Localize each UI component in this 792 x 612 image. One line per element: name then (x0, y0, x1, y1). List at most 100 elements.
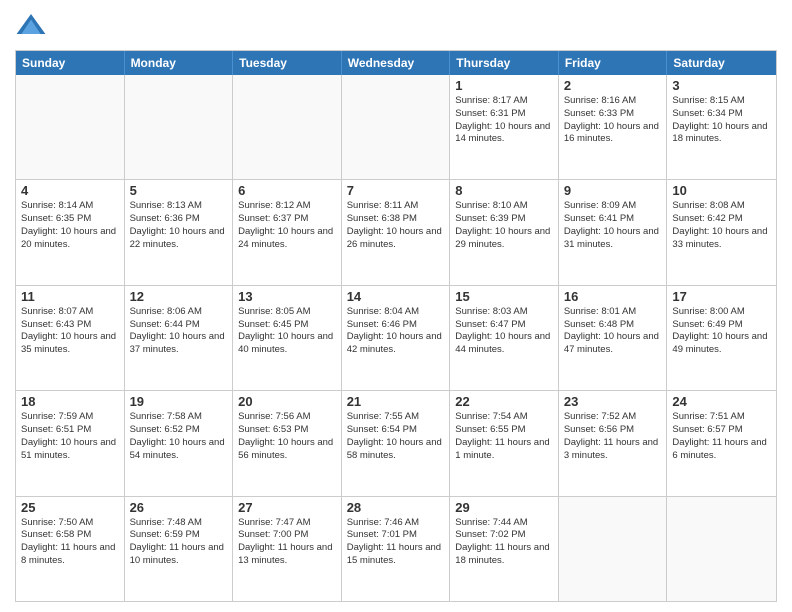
calendar-cell: 17 Sunrise: 8:00 AM Sunset: 6:49 PM Dayli… (667, 286, 776, 390)
day-info: Sunrise: 8:15 AM Sunset: 6:34 PM Dayligh… (672, 95, 771, 146)
day-number: 4 (21, 183, 119, 198)
day-info: Sunrise: 7:56 AM Sunset: 6:53 PM Dayligh… (238, 411, 336, 462)
day-number: 12 (130, 289, 228, 304)
calendar-cell (16, 75, 125, 179)
calendar-cell: 2Sunrise: 8:16 AM Sunset: 6:33 PM Daylig… (559, 75, 668, 179)
calendar-cell (125, 75, 234, 179)
day-number: 16 (564, 289, 662, 304)
day-info: Sunrise: 7:59 AM Sunset: 6:51 PM Dayligh… (21, 411, 119, 462)
day-number: 20 (238, 394, 336, 409)
calendar-row-3: 18 Sunrise: 7:59 AM Sunset: 6:51 PM Dayli… (16, 390, 776, 495)
day-info: Sunrise: 8:09 AM Sunset: 6:41 PM Dayligh… (564, 200, 662, 251)
calendar-cell: 21 Sunrise: 7:55 AM Sunset: 6:54 PM Dayli… (342, 391, 451, 495)
header-cell-friday: Friday (559, 51, 668, 75)
day-info: Sunrise: 7:48 AM Sunset: 6:59 PM Dayligh… (130, 517, 228, 568)
logo (15, 10, 51, 42)
day-info: Sunrise: 7:47 AM Sunset: 7:00 PM Dayligh… (238, 517, 336, 568)
day-number: 3 (672, 78, 771, 93)
day-info: Sunrise: 8:00 AM Sunset: 6:49 PM Dayligh… (672, 306, 771, 357)
calendar-cell: 19 Sunrise: 7:58 AM Sunset: 6:52 PM Dayli… (125, 391, 234, 495)
calendar-row-4: 25Sunrise: 7:50 AM Sunset: 6:58 PM Dayli… (16, 496, 776, 601)
day-info: Sunrise: 8:12 AM Sunset: 6:37 PM Dayligh… (238, 200, 336, 251)
calendar-cell: 15 Sunrise: 8:03 AM Sunset: 6:47 PM Dayli… (450, 286, 559, 390)
calendar-cell: 28Sunrise: 7:46 AM Sunset: 7:01 PM Dayli… (342, 497, 451, 601)
day-number: 29 (455, 500, 553, 515)
day-number: 10 (672, 183, 771, 198)
calendar-cell: 25Sunrise: 7:50 AM Sunset: 6:58 PM Dayli… (16, 497, 125, 601)
day-number: 8 (455, 183, 553, 198)
calendar-cell: 11 Sunrise: 8:07 AM Sunset: 6:43 PM Dayli… (16, 286, 125, 390)
day-info: Sunrise: 8:10 AM Sunset: 6:39 PM Dayligh… (455, 200, 553, 251)
day-number: 21 (347, 394, 445, 409)
calendar-cell: 12 Sunrise: 8:06 AM Sunset: 6:44 PM Dayli… (125, 286, 234, 390)
day-info: Sunrise: 7:52 AM Sunset: 6:56 PM Dayligh… (564, 411, 662, 462)
day-info: Sunrise: 8:07 AM Sunset: 6:43 PM Dayligh… (21, 306, 119, 357)
day-info: Sunrise: 8:11 AM Sunset: 6:38 PM Dayligh… (347, 200, 445, 251)
day-info: Sunrise: 8:05 AM Sunset: 6:45 PM Dayligh… (238, 306, 336, 357)
calendar-row-1: 4 Sunrise: 8:14 AM Sunset: 6:35 PM Daylig… (16, 179, 776, 284)
day-number: 5 (130, 183, 228, 198)
day-info: Sunrise: 8:01 AM Sunset: 6:48 PM Dayligh… (564, 306, 662, 357)
day-info: Sunrise: 7:50 AM Sunset: 6:58 PM Dayligh… (21, 517, 119, 568)
calendar-cell (233, 75, 342, 179)
calendar-cell: 24Sunrise: 7:51 AM Sunset: 6:57 PM Dayli… (667, 391, 776, 495)
calendar-cell: 9 Sunrise: 8:09 AM Sunset: 6:41 PM Daylig… (559, 180, 668, 284)
day-number: 26 (130, 500, 228, 515)
calendar-cell: 10Sunrise: 8:08 AM Sunset: 6:42 PM Dayli… (667, 180, 776, 284)
header (15, 10, 777, 42)
day-number: 13 (238, 289, 336, 304)
day-number: 15 (455, 289, 553, 304)
day-number: 2 (564, 78, 662, 93)
calendar-cell (667, 497, 776, 601)
calendar-cell: 26 Sunrise: 7:48 AM Sunset: 6:59 PM Dayli… (125, 497, 234, 601)
day-number: 17 (672, 289, 771, 304)
day-info: Sunrise: 7:58 AM Sunset: 6:52 PM Dayligh… (130, 411, 228, 462)
calendar-row-0: 1 Sunrise: 8:17 AM Sunset: 6:31 PM Daylig… (16, 75, 776, 179)
calendar: SundayMondayTuesdayWednesdayThursdayFrid… (15, 50, 777, 602)
day-number: 7 (347, 183, 445, 198)
calendar-cell: 7 Sunrise: 8:11 AM Sunset: 6:38 PM Daylig… (342, 180, 451, 284)
calendar-cell: 8 Sunrise: 8:10 AM Sunset: 6:39 PM Daylig… (450, 180, 559, 284)
header-cell-monday: Monday (125, 51, 234, 75)
calendar-cell: 1 Sunrise: 8:17 AM Sunset: 6:31 PM Daylig… (450, 75, 559, 179)
header-cell-tuesday: Tuesday (233, 51, 342, 75)
day-info: Sunrise: 8:06 AM Sunset: 6:44 PM Dayligh… (130, 306, 228, 357)
calendar-cell: 29Sunrise: 7:44 AM Sunset: 7:02 PM Dayli… (450, 497, 559, 601)
day-number: 1 (455, 78, 553, 93)
day-info: Sunrise: 8:14 AM Sunset: 6:35 PM Dayligh… (21, 200, 119, 251)
calendar-cell: 20 Sunrise: 7:56 AM Sunset: 6:53 PM Dayli… (233, 391, 342, 495)
calendar-cell (342, 75, 451, 179)
day-number: 18 (21, 394, 119, 409)
day-info: Sunrise: 7:55 AM Sunset: 6:54 PM Dayligh… (347, 411, 445, 462)
day-info: Sunrise: 8:13 AM Sunset: 6:36 PM Dayligh… (130, 200, 228, 251)
day-number: 27 (238, 500, 336, 515)
calendar-header-row: SundayMondayTuesdayWednesdayThursdayFrid… (16, 51, 776, 75)
day-info: Sunrise: 8:04 AM Sunset: 6:46 PM Dayligh… (347, 306, 445, 357)
day-number: 6 (238, 183, 336, 198)
day-number: 19 (130, 394, 228, 409)
day-info: Sunrise: 8:17 AM Sunset: 6:31 PM Dayligh… (455, 95, 553, 146)
calendar-cell: 13 Sunrise: 8:05 AM Sunset: 6:45 PM Dayli… (233, 286, 342, 390)
day-number: 9 (564, 183, 662, 198)
day-number: 14 (347, 289, 445, 304)
day-info: Sunrise: 8:03 AM Sunset: 6:47 PM Dayligh… (455, 306, 553, 357)
day-number: 24 (672, 394, 771, 409)
calendar-cell: 14 Sunrise: 8:04 AM Sunset: 6:46 PM Dayli… (342, 286, 451, 390)
header-cell-thursday: Thursday (450, 51, 559, 75)
calendar-cell (559, 497, 668, 601)
header-cell-sunday: Sunday (16, 51, 125, 75)
calendar-cell: 4 Sunrise: 8:14 AM Sunset: 6:35 PM Daylig… (16, 180, 125, 284)
calendar-body: 1 Sunrise: 8:17 AM Sunset: 6:31 PM Daylig… (16, 75, 776, 601)
calendar-cell: 22Sunrise: 7:54 AM Sunset: 6:55 PM Dayli… (450, 391, 559, 495)
day-info: Sunrise: 7:54 AM Sunset: 6:55 PM Dayligh… (455, 411, 553, 462)
day-number: 11 (21, 289, 119, 304)
calendar-cell: 6 Sunrise: 8:12 AM Sunset: 6:37 PM Daylig… (233, 180, 342, 284)
header-cell-wednesday: Wednesday (342, 51, 451, 75)
day-info: Sunrise: 7:46 AM Sunset: 7:01 PM Dayligh… (347, 517, 445, 568)
day-number: 23 (564, 394, 662, 409)
logo-icon (15, 10, 47, 42)
calendar-cell: 16 Sunrise: 8:01 AM Sunset: 6:48 PM Dayli… (559, 286, 668, 390)
calendar-cell: 27 Sunrise: 7:47 AM Sunset: 7:00 PM Dayli… (233, 497, 342, 601)
calendar-row-2: 11 Sunrise: 8:07 AM Sunset: 6:43 PM Dayli… (16, 285, 776, 390)
page: SundayMondayTuesdayWednesdayThursdayFrid… (0, 0, 792, 612)
